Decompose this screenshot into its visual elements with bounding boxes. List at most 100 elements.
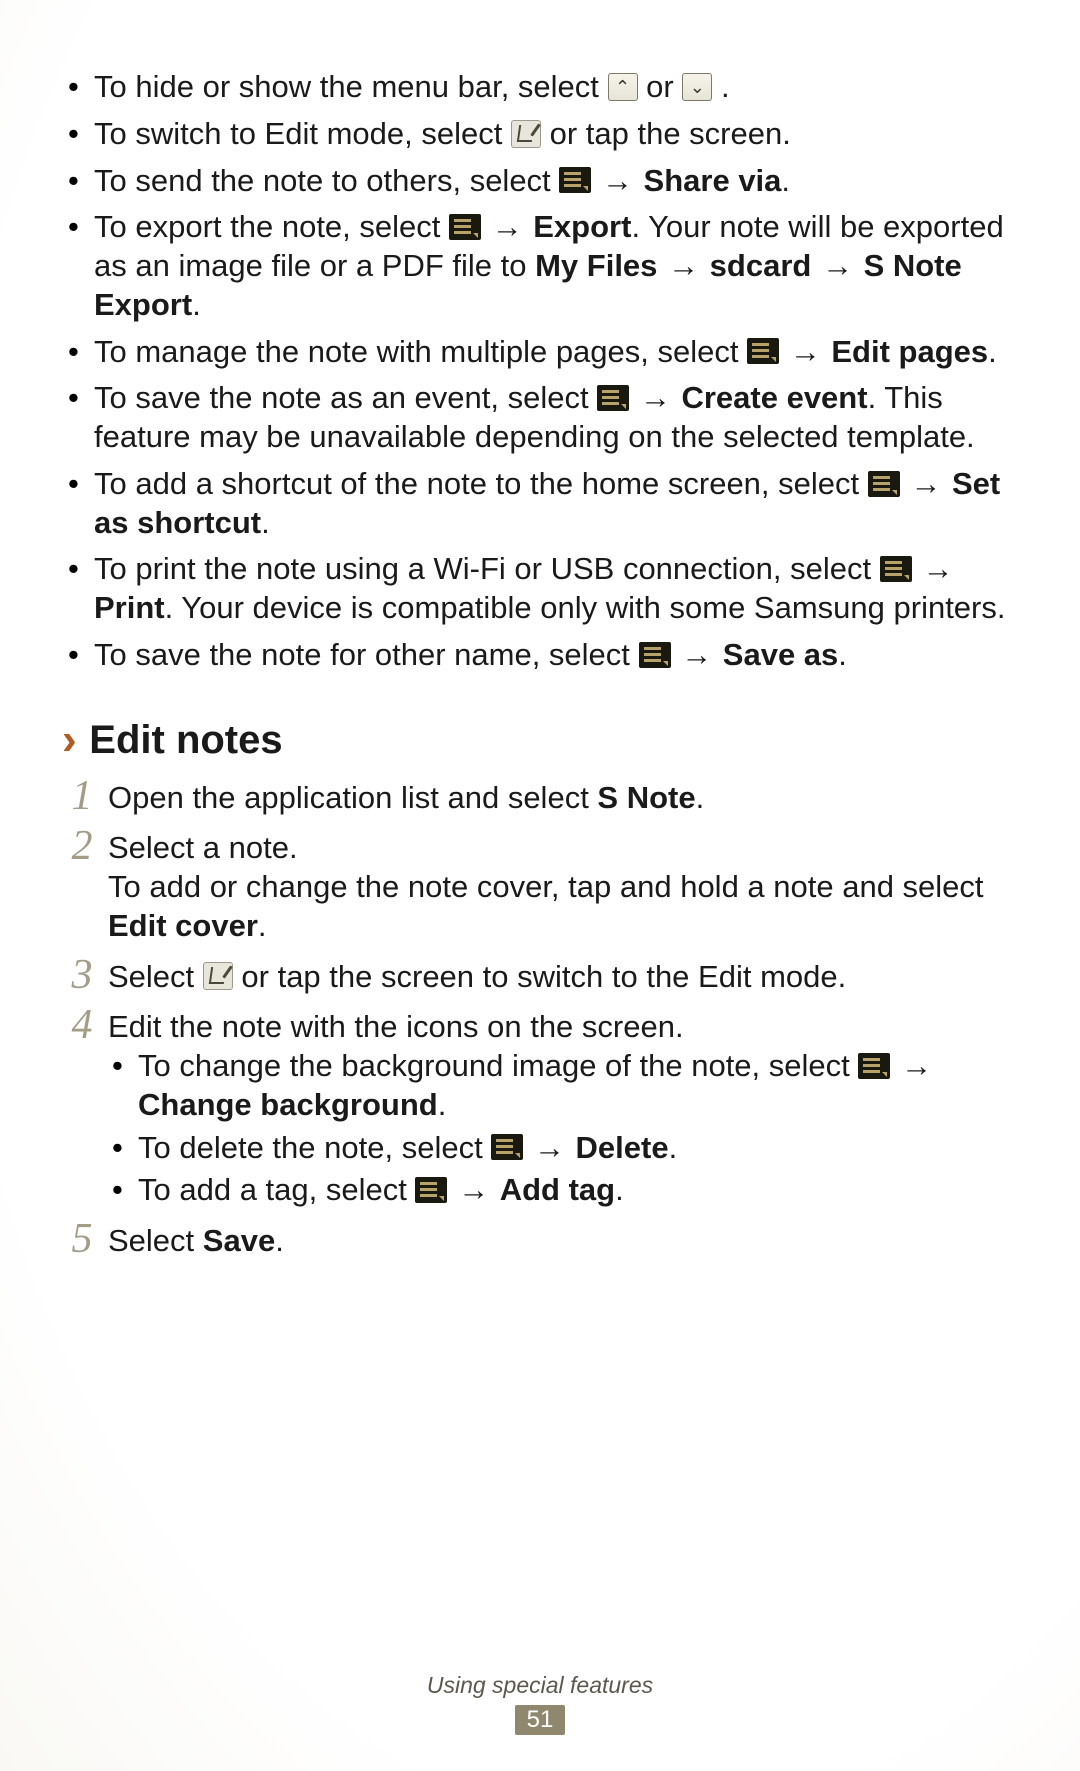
text: or tap the screen to switch to the Edit … <box>241 959 846 994</box>
step-number: 4 <box>62 999 102 1052</box>
menu-icon <box>868 471 900 497</box>
menu-icon <box>858 1053 890 1079</box>
bullet-create-event: To save the note as an event, select → C… <box>62 379 1018 457</box>
arrow: → <box>788 334 832 369</box>
arrow: → <box>920 551 955 586</box>
edit-pen-icon <box>511 120 541 148</box>
text: To add a tag, select <box>138 1172 415 1207</box>
arrow: → <box>490 209 534 244</box>
text: . <box>696 780 705 815</box>
text: . <box>781 163 790 198</box>
text: Select <box>108 959 203 994</box>
text: To hide or show the menu bar, select <box>94 69 608 104</box>
steps-list: 1 Open the application list and select S… <box>62 779 1018 1261</box>
chevron-down-icon: ⌄ <box>682 73 712 101</box>
bullet-set-shortcut: To add a shortcut of the note to the hom… <box>62 465 1018 543</box>
text: Select a note. <box>108 830 298 865</box>
text: . <box>258 908 267 943</box>
menu-icon <box>449 214 481 240</box>
page-number: 51 <box>515 1705 566 1735</box>
text: To export the note, select <box>94 209 449 244</box>
text: Edit the note with the icons on the scre… <box>108 1009 684 1044</box>
text: To save the note as an event, select <box>94 380 597 415</box>
menu-icon <box>880 556 912 582</box>
bullet-share-via: To send the note to others, select → Sha… <box>62 162 1018 201</box>
step-number: 2 <box>62 820 102 873</box>
text: . <box>669 1130 678 1165</box>
arrow: → <box>679 637 723 672</box>
edit-pen-icon <box>203 962 233 990</box>
menu-icon <box>639 642 671 668</box>
arrow: → <box>899 1048 934 1083</box>
step-1: 1 Open the application list and select S… <box>62 779 1018 818</box>
arrow: → <box>532 1130 576 1165</box>
arrow: → <box>908 466 952 501</box>
text: or tap the screen. <box>550 116 791 151</box>
arrow: → <box>811 248 863 283</box>
text: . <box>261 505 270 540</box>
feature-bullet-list: To hide or show the menu bar, select ⌃ o… <box>62 68 1018 675</box>
text: . <box>721 69 730 104</box>
arrow: → <box>657 248 709 283</box>
text: To send the note to others, select <box>94 163 559 198</box>
bullet-print: To print the note using a Wi-Fi or USB c… <box>62 550 1018 628</box>
menu-icon <box>415 1177 447 1203</box>
step-2: 2 Select a note. To add or change the no… <box>62 829 1018 945</box>
bold-myfiles: My Files <box>535 248 657 283</box>
text: . Your device is compatible only with so… <box>165 590 1006 625</box>
text: To add or change the note cover, tap and… <box>108 869 984 904</box>
bold-edit-cover: Edit cover <box>108 908 258 943</box>
bold-change-background: Change background <box>138 1087 438 1122</box>
text: Select <box>108 1223 203 1258</box>
text: To delete the note, select <box>138 1130 491 1165</box>
section-heading-edit-notes: › Edit notes <box>62 715 1018 765</box>
chevron-up-icon: ⌃ <box>608 73 638 101</box>
bold-save-as: Save as <box>723 637 839 672</box>
step-number: 5 <box>62 1213 102 1266</box>
text: To manage the note with multiple pages, … <box>94 334 747 369</box>
text: or <box>646 69 682 104</box>
sub-change-background: To change the background image of the no… <box>108 1047 1018 1125</box>
step-3: 3 Select or tap the screen to switch to … <box>62 958 1018 997</box>
text: . <box>275 1223 284 1258</box>
step-4-sublist: To change the background image of the no… <box>108 1047 1018 1210</box>
document-page: To hide or show the menu bar, select ⌃ o… <box>0 0 1080 1261</box>
bullet-edit-pages: To manage the note with multiple pages, … <box>62 333 1018 372</box>
step-4: 4 Edit the note with the icons on the sc… <box>62 1008 1018 1210</box>
bold-s-note: S Note <box>597 780 695 815</box>
menu-icon <box>747 338 779 364</box>
arrow: → <box>600 163 644 198</box>
page-footer: Using special features 51 <box>0 1672 1080 1735</box>
bold-save: Save <box>203 1223 275 1258</box>
text: . <box>615 1172 624 1207</box>
heading-chevron-icon: › <box>62 718 77 762</box>
text: To save the note for other name, select <box>94 637 639 672</box>
bold-share-via: Share via <box>644 163 782 198</box>
step-5: 5 Select Save. <box>62 1222 1018 1261</box>
menu-icon <box>491 1134 523 1160</box>
text: . <box>438 1087 447 1122</box>
text: To print the note using a Wi-Fi or USB c… <box>94 551 880 586</box>
text: To add a shortcut of the note to the hom… <box>94 466 868 501</box>
footer-section-label: Using special features <box>0 1672 1080 1699</box>
step-number: 3 <box>62 949 102 1002</box>
menu-icon <box>597 385 629 411</box>
menu-icon <box>559 167 591 193</box>
text: To switch to Edit mode, select <box>94 116 511 151</box>
text: . <box>838 637 847 672</box>
bold-export: Export <box>533 209 631 244</box>
arrow: → <box>638 380 682 415</box>
arrow: → <box>456 1172 500 1207</box>
bullet-switch-edit-mode: To switch to Edit mode, select or tap th… <box>62 115 1018 154</box>
heading-text: Edit notes <box>89 718 282 762</box>
sub-add-tag: To add a tag, select → Add tag. <box>108 1171 1018 1210</box>
bold-add-tag: Add tag <box>500 1172 615 1207</box>
bold-delete: Delete <box>576 1130 669 1165</box>
text: . <box>192 287 201 322</box>
step-number: 1 <box>62 770 102 823</box>
sub-delete: To delete the note, select → Delete. <box>108 1129 1018 1168</box>
text: To change the background image of the no… <box>138 1048 858 1083</box>
bold-create-event: Create event <box>681 380 867 415</box>
bullet-hide-show-menu: To hide or show the menu bar, select ⌃ o… <box>62 68 1018 107</box>
bold-edit-pages: Edit pages <box>831 334 988 369</box>
